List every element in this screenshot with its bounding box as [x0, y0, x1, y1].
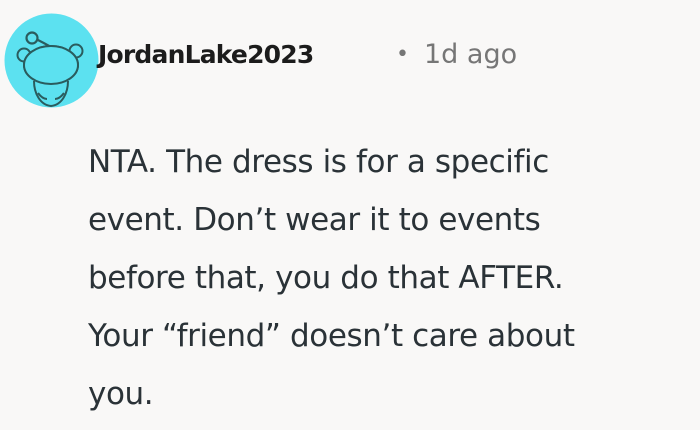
comment-body-line: NTA. The dress is for a specific [88, 144, 549, 180]
comment-timestamp[interactable]: 1d ago [424, 37, 517, 73]
author-username[interactable]: JordanLake2023 [98, 37, 314, 73]
comment-header: JordanLake2023 • 1d ago [0, 0, 700, 112]
separator-dot: • [396, 42, 409, 67]
comment-body: NTA. The dress is for a specific event. … [88, 133, 693, 423]
comment-body-line: you. [88, 376, 154, 412]
comment-card: JordanLake2023 • 1d ago NTA. The dress i… [0, 0, 700, 430]
comment-body-line: event. Don’t wear it to events [88, 202, 541, 238]
comment-body-line: Your “friend” doesn’t care about [88, 318, 575, 354]
reddit-snoo-avatar-icon [4, 13, 99, 108]
comment-body-line: before that, you do that AFTER. [88, 260, 564, 296]
avatar[interactable] [4, 13, 99, 108]
